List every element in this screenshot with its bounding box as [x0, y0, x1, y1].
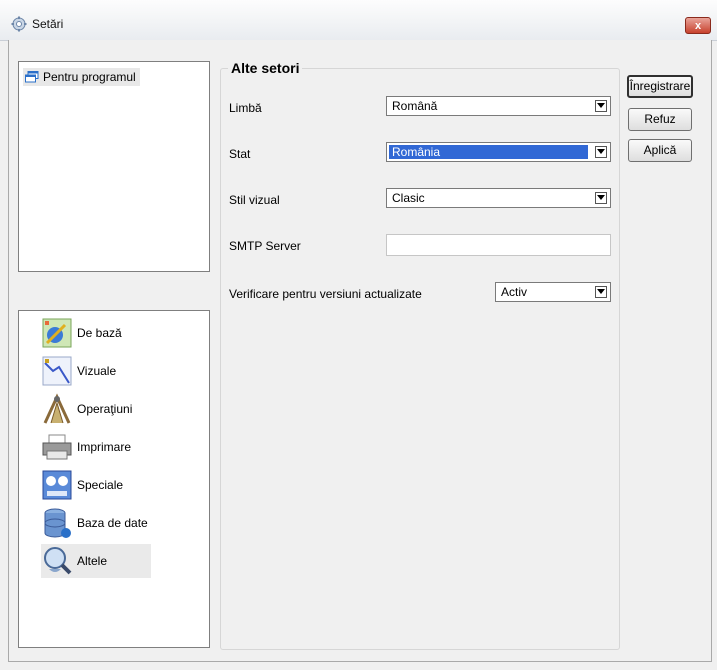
category-label: Baza de date — [77, 516, 148, 530]
visual-style-label: Stil vizual — [229, 193, 280, 207]
close-icon: x — [694, 20, 702, 32]
smtp-label: SMTP Server — [229, 239, 301, 253]
category-label: Vizuale — [77, 364, 117, 378]
country-value: România — [389, 145, 588, 159]
tree-item-program[interactable]: Pentru programul — [23, 68, 140, 86]
basic-settings-icon — [41, 317, 73, 349]
printer-icon — [41, 431, 73, 463]
visual-style-value: Clasic — [392, 191, 425, 205]
settings-gear-icon — [11, 16, 27, 32]
refuse-button[interactable]: Refuz — [628, 108, 692, 131]
update-check-value: Activ — [501, 285, 528, 299]
tree-item-label: Pentru programul — [43, 70, 136, 84]
category-label: Speciale — [77, 478, 124, 492]
category-label: Imprimare — [77, 440, 132, 454]
language-label: Limbă — [229, 101, 262, 115]
save-button[interactable]: Înregistrare — [627, 75, 693, 98]
category-item-visual[interactable]: Vizuale — [41, 354, 151, 388]
visual-style-select[interactable]: Clasic — [386, 188, 611, 208]
database-icon — [41, 507, 73, 539]
country-label: Stat — [229, 147, 251, 161]
category-list[interactable]: De bază Vizuale Operaţiuni Imprimare Spe… — [18, 310, 210, 648]
category-item-print[interactable]: Imprimare — [41, 430, 151, 464]
language-value: Română — [392, 99, 438, 113]
category-item-basic[interactable]: De bază — [41, 316, 151, 350]
update-check-select[interactable]: Activ — [495, 282, 611, 302]
category-label: De bază — [77, 326, 122, 340]
apply-button[interactable]: Aplică — [628, 139, 692, 162]
close-button[interactable]: x — [685, 17, 711, 34]
group-title: Alte setori — [228, 60, 303, 76]
category-item-database[interactable]: Baza de date — [41, 506, 151, 540]
window-stack-icon — [25, 71, 39, 83]
chevron-down-icon[interactable] — [595, 192, 607, 204]
visual-chart-icon — [41, 355, 73, 387]
chevron-down-icon[interactable] — [595, 146, 607, 158]
special-settings-icon — [41, 469, 73, 501]
window-title: Setări — [32, 17, 64, 31]
smtp-server-input[interactable] — [386, 234, 611, 256]
update-check-label: Verificare pentru versiuni actualizate — [229, 287, 422, 301]
country-select[interactable]: România — [386, 142, 611, 162]
title-bar — [0, 0, 717, 41]
category-label: Altele — [77, 554, 108, 568]
chevron-down-icon[interactable] — [595, 100, 607, 112]
category-label: Operaţiuni — [77, 402, 133, 416]
category-item-special[interactable]: Speciale — [41, 468, 151, 502]
language-select[interactable]: Română — [386, 96, 611, 116]
category-item-operations[interactable]: Operaţiuni — [41, 392, 151, 426]
category-item-other[interactable]: Altele — [41, 544, 151, 578]
operations-tools-icon — [41, 393, 73, 425]
settings-tree[interactable]: Pentru programul — [18, 61, 210, 272]
magnifier-icon — [41, 545, 73, 577]
chevron-down-icon[interactable] — [595, 286, 607, 298]
